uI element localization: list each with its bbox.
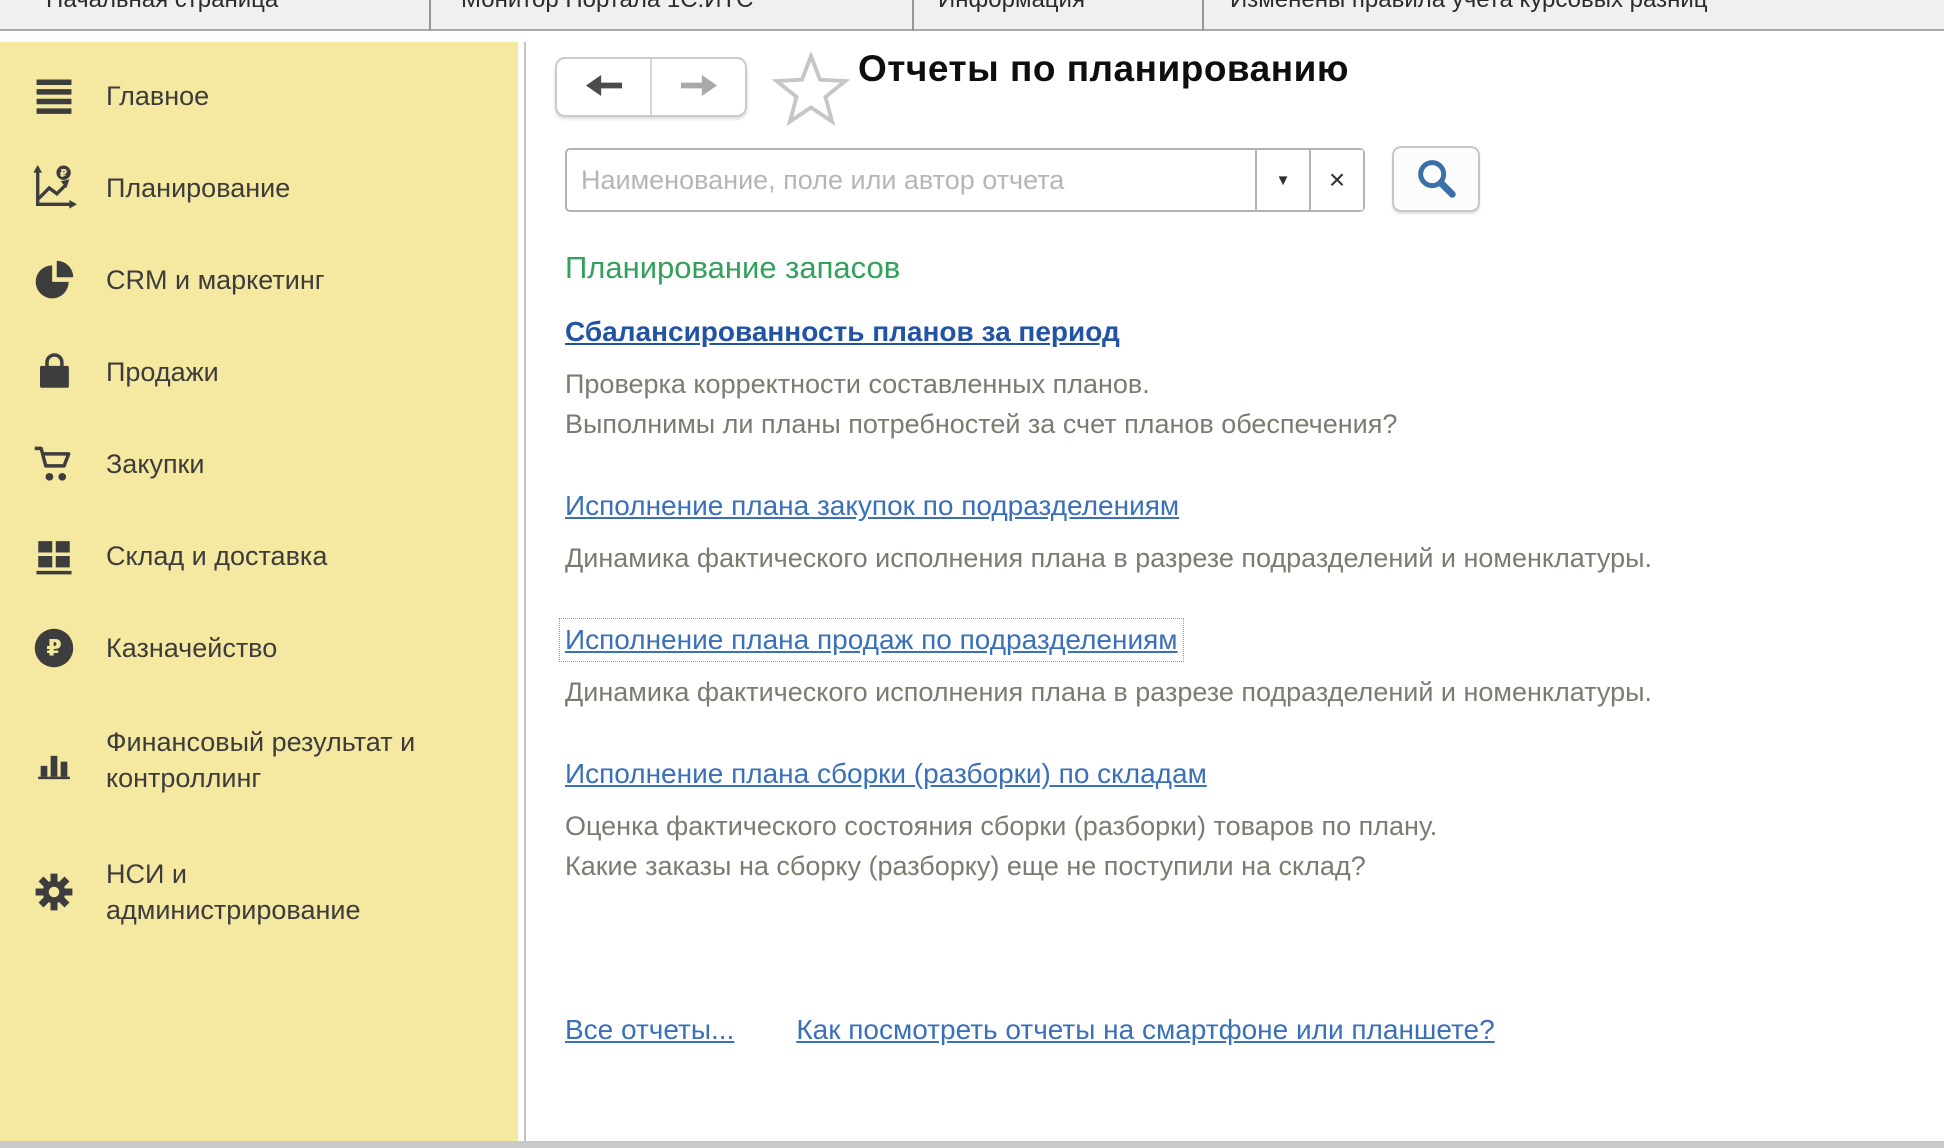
pie-chart-icon: [30, 256, 78, 304]
sidebar-item-nsi-administration[interactable]: НСИ и администрирование: [0, 826, 518, 958]
sidebar-content-divider: [524, 42, 526, 1141]
close-icon: ×: [1329, 166, 1345, 194]
forward-button[interactable]: [652, 59, 745, 115]
report-item: Исполнение плана продаж по подразделения…: [565, 624, 1935, 712]
magnifier-icon: [1413, 155, 1459, 204]
bar-chart-icon: [30, 736, 78, 784]
svg-text:₽: ₽: [60, 168, 67, 180]
chevron-down-icon: ▼: [1276, 172, 1291, 189]
sidebar-item-crm-marketing[interactable]: CRM и маркетинг: [0, 234, 518, 326]
sidebar-item-label: CRM и маркетинг: [106, 262, 325, 298]
sidebar-item-label: Продажи: [106, 354, 219, 390]
report-description-line: Какие заказы на сборку (разборку) еще не…: [565, 846, 1935, 886]
sidebar-item-label: Закупки: [106, 446, 204, 482]
tab-label: Изменены правила учета курсовых разниц: [1204, 0, 1944, 14]
all-reports-link[interactable]: Все отчеты...: [565, 1014, 734, 1046]
ruble-icon: ₽: [30, 624, 78, 672]
warehouse-icon: [30, 532, 78, 580]
sidebar-item-treasury[interactable]: ₽ Казначейство: [0, 602, 518, 694]
search-input[interactable]: [567, 150, 1255, 210]
report-description-line: Динамика фактического исполнения плана в…: [565, 672, 1935, 712]
reports-list: Планирование запасов Сбалансированность …: [565, 250, 1935, 1046]
history-nav: [555, 57, 747, 117]
sidebar-item-label: Планирование: [106, 170, 290, 206]
search-clear-button[interactable]: ×: [1309, 150, 1363, 210]
menu-icon: [30, 72, 78, 120]
report-link-sales-plan-execution[interactable]: Исполнение плана продаж по подразделения…: [565, 624, 1178, 656]
gear-icon: [30, 868, 78, 916]
report-item: Сбалансированность планов за период Пров…: [565, 316, 1935, 444]
svg-text:₽: ₽: [46, 636, 61, 661]
back-button[interactable]: [557, 59, 652, 115]
tab-its-portal-monitor[interactable]: Монитор Портала 1С:ИТС: [431, 0, 914, 31]
sidebar-item-label: Казначейство: [106, 630, 277, 666]
page-title: Отчеты по планированию: [858, 48, 1349, 90]
left-arrow-icon: [585, 73, 623, 101]
report-item: Исполнение плана закупок по подразделени…: [565, 490, 1935, 578]
sidebar-item-label: Финансовый результат и контроллинг: [106, 724, 415, 796]
search-button[interactable]: [1392, 146, 1480, 212]
sidebar-nav: Главное ₽ Планирование CRM и маркетинг: [0, 42, 518, 1142]
tab-information[interactable]: Информация: [914, 0, 1204, 31]
right-arrow-icon: [680, 73, 718, 101]
planning-icon: ₽: [30, 164, 78, 212]
report-link-purchase-plan-execution[interactable]: Исполнение плана закупок по подразделени…: [565, 490, 1179, 522]
report-description-line: Выполнимы ли планы потребностей за счет …: [565, 404, 1935, 444]
cart-icon: [30, 440, 78, 488]
search-dropdown-button[interactable]: ▼: [1255, 150, 1309, 210]
sidebar-item-planning[interactable]: ₽ Планирование: [0, 142, 518, 234]
window-tab-bar: Начальная страница Монитор Портала 1С:ИТ…: [0, 0, 1944, 31]
report-description-line: Динамика фактического исполнения плана в…: [565, 538, 1935, 578]
report-description-line: Проверка корректности составленных плано…: [565, 364, 1935, 404]
report-item: Исполнение плана сборки (разборки) по ск…: [565, 758, 1935, 886]
sidebar-item-warehouse-delivery[interactable]: Склад и доставка: [0, 510, 518, 602]
tab-label: Монитор Портала 1С:ИТС: [431, 0, 912, 14]
bottom-edge-strip: [0, 1141, 1944, 1148]
report-link-plan-balance[interactable]: Сбалансированность планов за период: [565, 316, 1120, 348]
favorite-star-icon[interactable]: [772, 52, 850, 131]
sidebar-item-financial-result[interactable]: Финансовый результат и контроллинг: [0, 694, 518, 826]
section-title: Планирование запасов: [565, 250, 1935, 286]
sidebar-item-label: НСИ и администрирование: [106, 856, 360, 928]
bag-icon: [30, 348, 78, 396]
tab-label: Начальная страница: [0, 0, 429, 14]
report-link-assembly-plan-execution[interactable]: Исполнение плана сборки (разборки) по ск…: [565, 758, 1207, 790]
tab-exchange-rate-rules[interactable]: Изменены правила учета курсовых разниц: [1204, 0, 1944, 31]
sidebar-item-sales[interactable]: Продажи: [0, 326, 518, 418]
tab-label: Информация: [914, 0, 1202, 14]
sidebar-item-label: Главное: [106, 78, 209, 114]
report-search-field: ▼ ×: [565, 148, 1365, 212]
tab-home-page[interactable]: Начальная страница: [0, 0, 431, 31]
footer-links: Все отчеты... Как посмотреть отчеты на с…: [565, 1014, 1935, 1046]
sidebar-item-label: Склад и доставка: [106, 538, 327, 574]
sidebar-item-purchases[interactable]: Закупки: [0, 418, 518, 510]
report-description-line: Оценка фактического состояния сборки (ра…: [565, 806, 1935, 846]
mobile-help-link[interactable]: Как посмотреть отчеты на смартфоне или п…: [796, 1014, 1494, 1046]
sidebar-item-main[interactable]: Главное: [0, 50, 518, 142]
